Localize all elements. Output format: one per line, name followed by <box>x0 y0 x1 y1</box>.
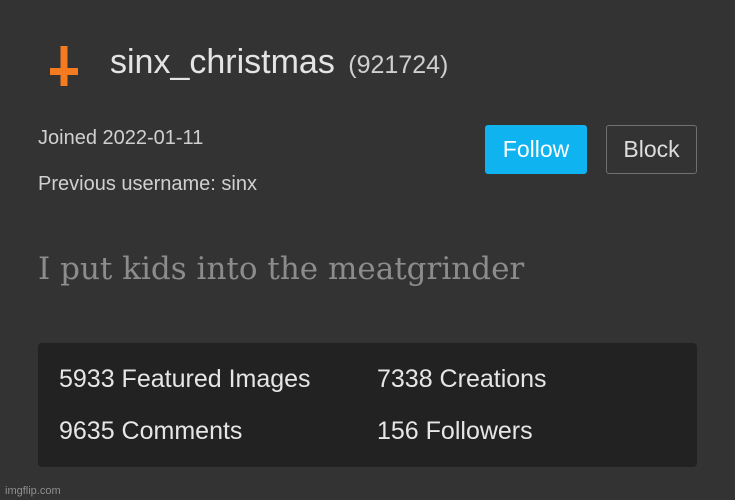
username-text: sinx_christmas <box>110 43 335 81</box>
stat-comments[interactable]: 9635 Comments <box>59 414 242 448</box>
profile-username: sinx_christmas (921724) <box>110 40 448 87</box>
previous-username: Previous username: sinx <box>38 173 257 195</box>
profile-bio: I put kids into the meatgrinder <box>38 251 525 287</box>
inverted-cross-icon <box>50 46 78 86</box>
joined-date: Joined 2022-01-11 <box>38 127 204 149</box>
follow-button[interactable]: Follow <box>485 125 587 174</box>
user-id: (921724) <box>348 51 449 79</box>
stat-featured-images[interactable]: 5933 Featured Images <box>59 362 311 396</box>
block-button[interactable]: Block <box>606 125 697 174</box>
stats-panel: 5933 Featured Images 7338 Creations 9635… <box>38 343 697 467</box>
stat-creations[interactable]: 7338 Creations <box>377 362 547 396</box>
imgflip-watermark: imgflip.com <box>5 485 61 497</box>
stat-followers[interactable]: 156 Followers <box>377 414 533 448</box>
